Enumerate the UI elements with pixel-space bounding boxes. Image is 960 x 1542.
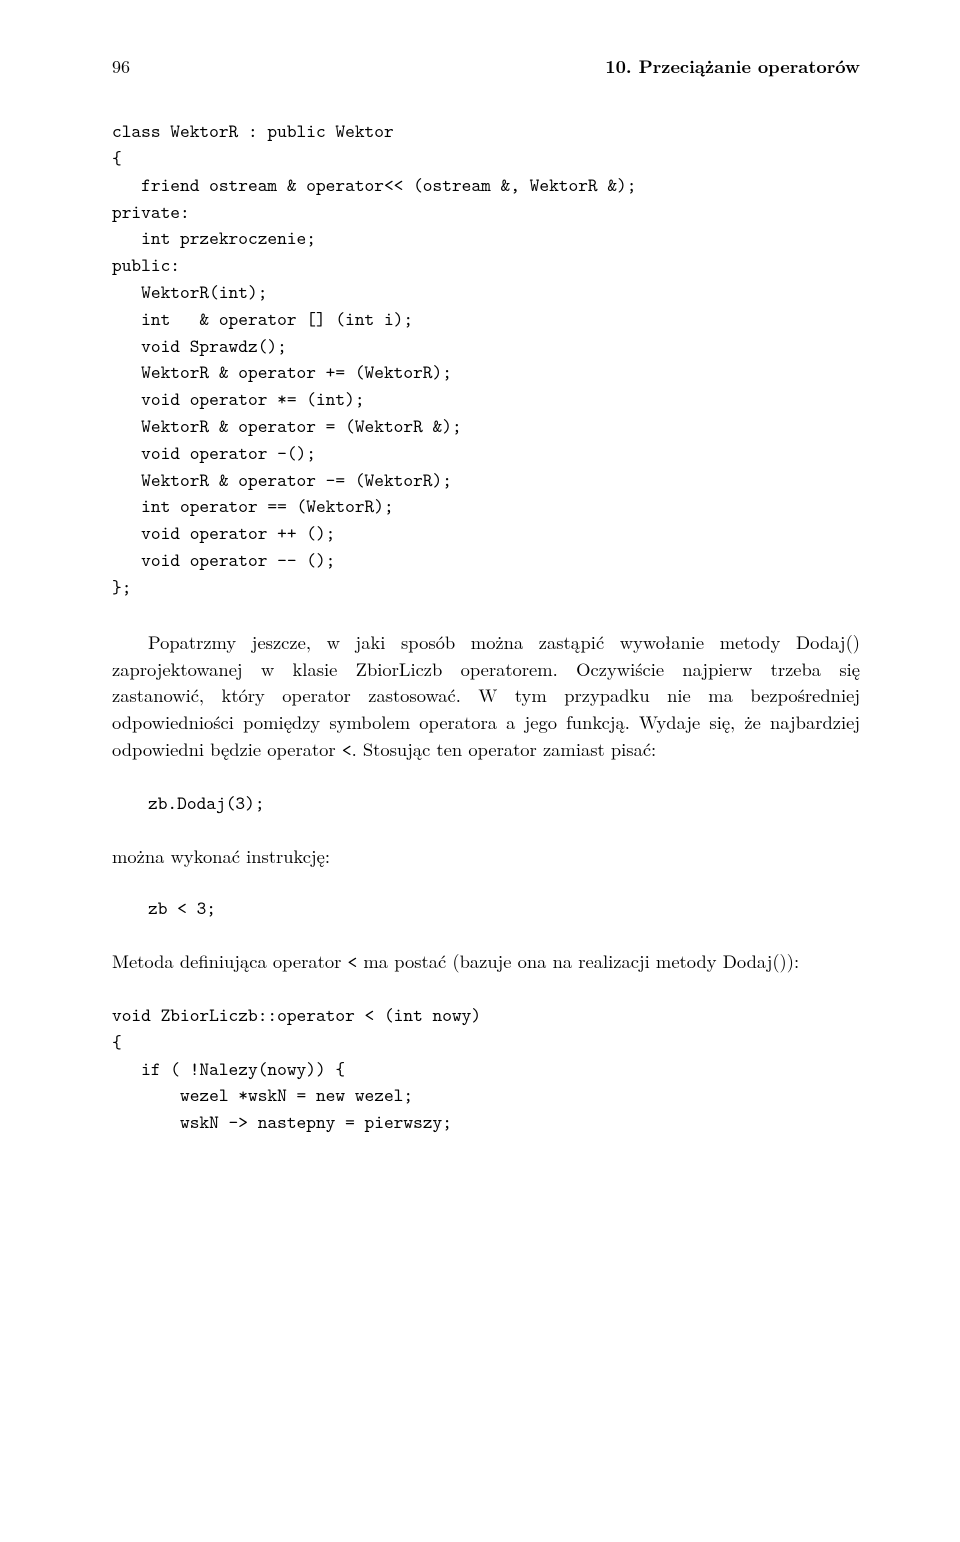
code-zbdodaj: zb.Dodaj(3); <box>148 790 860 817</box>
para3-text-before: Metoda definiująca operator <box>112 948 348 974</box>
page-header: 96 10. Przeciążanie operatorów <box>112 54 860 80</box>
paragraph-1: Popatrzmy jeszcze, w jaki sposób można z… <box>112 629 860 764</box>
inline-code-lt-1: < <box>342 737 352 762</box>
paragraph-3: Metoda definiująca operator < ma postać … <box>112 948 860 976</box>
code-block-class-wektorr: class WektorR : public Wektor { friend o… <box>112 118 860 601</box>
para3-text-after: ma postać (bazuje ona na realizacji meto… <box>357 948 799 974</box>
code-zblt3: zb < 3; <box>148 895 860 922</box>
code-block-operator-lt: void ZbiorLiczb::operator < (int nowy) {… <box>112 1002 860 1136</box>
chapter-title: 10. Przeciążanie operatorów <box>605 54 860 80</box>
page-number: 96 <box>112 54 130 80</box>
inline-code-lt-2: < <box>348 949 358 974</box>
para1-text-after: . Stosując ten operator zamiast pisać: <box>352 736 657 762</box>
paragraph-2: można wykonać instrukcję: <box>112 843 860 870</box>
page: 96 10. Przeciążanie operatorów class Wek… <box>0 0 960 1542</box>
